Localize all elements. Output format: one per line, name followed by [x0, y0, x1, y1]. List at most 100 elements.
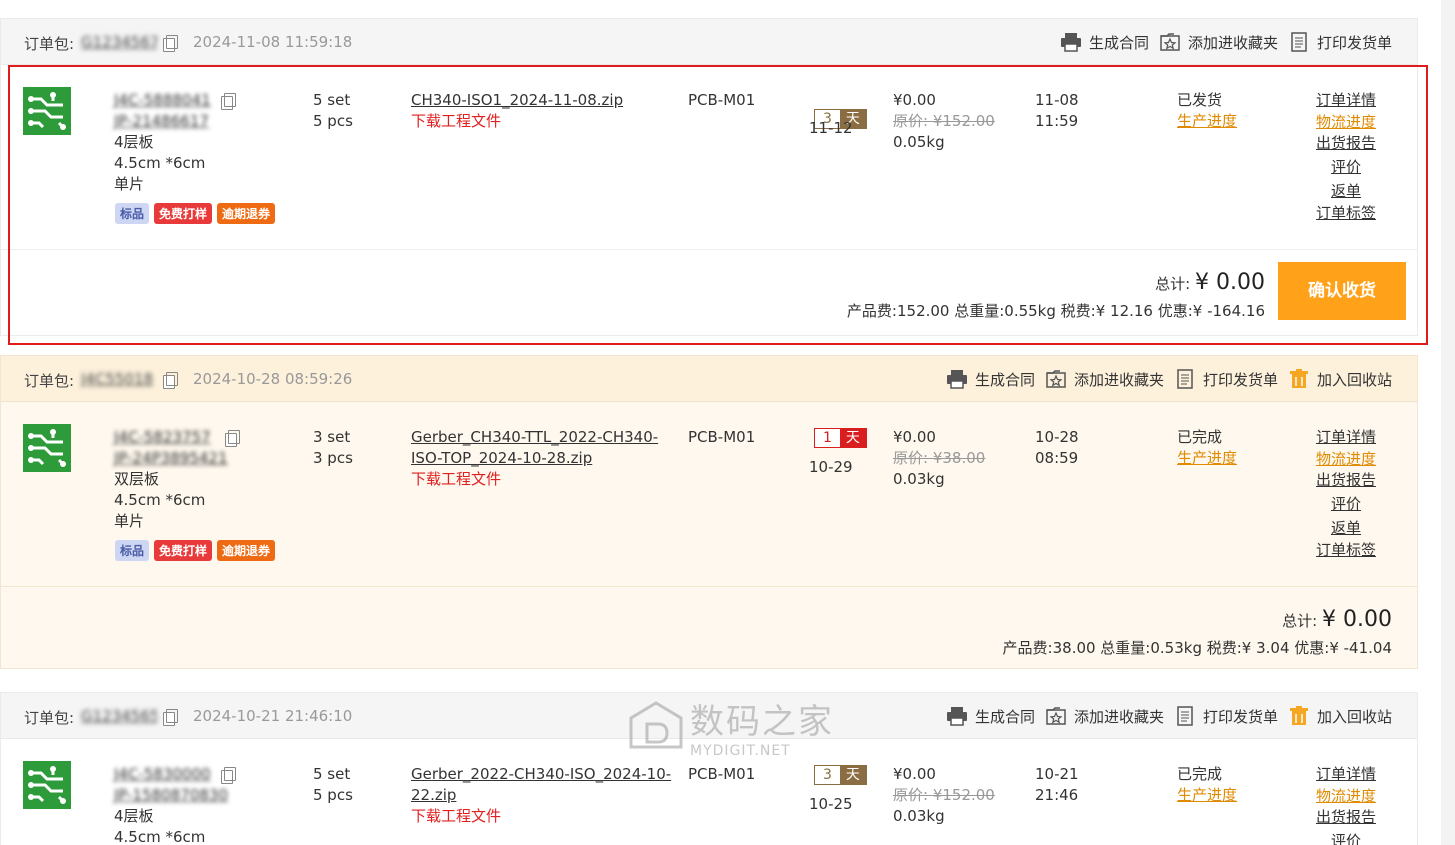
- download-project-link[interactable]: 下载工程文件: [411, 111, 681, 132]
- star-folder-icon: [1159, 31, 1181, 53]
- print-invoice-button[interactable]: 打印发货单: [1174, 368, 1278, 390]
- tag-free-sample: 免费打样: [154, 540, 213, 561]
- print-invoice-button[interactable]: 打印发货单: [1288, 31, 1392, 53]
- delivery-date: 11-12: [809, 119, 853, 137]
- copy-icon[interactable]: [163, 709, 178, 726]
- lead-days-unit: 天: [839, 429, 866, 447]
- logistics-link[interactable]: 物流进度: [1307, 449, 1385, 471]
- print-invoice-button[interactable]: 打印发货单: [1174, 705, 1278, 727]
- gerber-file-link[interactable]: Gerber_2022-CH340-ISO_2024-10-: [411, 764, 681, 785]
- total-label: 总计:: [1282, 612, 1318, 630]
- tag-standard: 标品: [115, 540, 150, 561]
- gerber-file-link[interactable]: CH340-ISO1_2024-11-08.zip: [411, 90, 681, 111]
- site-watermark: 数码之家 MYDIGIT.NET: [628, 694, 834, 759]
- tag-overdue-coupon: 逾期退券: [217, 203, 276, 224]
- package-datetime: 2024-10-21 21:46:10: [193, 707, 353, 725]
- quantity-pcs: 5 pcs: [313, 786, 353, 804]
- order-time: 11-08 11:59: [1035, 90, 1079, 132]
- gerber-file-link-cont[interactable]: 22.zip: [411, 785, 681, 806]
- price: ¥0.00: [893, 91, 936, 109]
- package-label: 订单包:: [24, 372, 75, 390]
- generate-contract-button[interactable]: 生成合同: [946, 368, 1035, 390]
- item-id-link[interactable]: J4C-5830000: [114, 765, 211, 783]
- copy-icon[interactable]: [163, 372, 178, 389]
- item-file: Gerber_CH340-TTL_2022-CH340- ISO-TOP_202…: [411, 427, 681, 490]
- download-project-link[interactable]: 下载工程文件: [411, 806, 681, 827]
- add-favorite-button[interactable]: 添加进收藏夹: [1159, 31, 1278, 53]
- order-detail-link[interactable]: 订单详情: [1307, 764, 1385, 786]
- reorder-link[interactable]: 返单: [1307, 181, 1385, 203]
- shipping-report-link[interactable]: 出货报告: [1307, 133, 1385, 155]
- recycle-bin-label: 加入回收站: [1316, 370, 1392, 389]
- order-detail-link[interactable]: 订单详情: [1307, 90, 1385, 112]
- logistics-link[interactable]: 物流进度: [1307, 786, 1385, 808]
- production-progress-link[interactable]: 生产进度: [1177, 448, 1237, 469]
- gerber-file-link-cont[interactable]: ISO-TOP_2024-10-28.zip: [411, 448, 681, 469]
- package-id-link[interactable]: G12345679: [81, 33, 157, 51]
- production-progress-link[interactable]: 生产进度: [1177, 111, 1237, 132]
- weight: 0.05kg: [893, 133, 945, 151]
- add-favorite-label: 添加进收藏夹: [1073, 707, 1164, 726]
- print-invoice-label: 打印发货单: [1202, 707, 1278, 726]
- order-clock: 08:59: [1035, 449, 1079, 467]
- confirm-receipt-button[interactable]: 确认收货: [1278, 262, 1406, 320]
- total-line: 总计: ¥ 0.00: [1155, 270, 1265, 295]
- print-invoice-label: 打印发货单: [1202, 370, 1278, 389]
- generate-contract-button[interactable]: 生成合同: [1060, 31, 1149, 53]
- order-time: 10-21 21:46: [1035, 764, 1079, 806]
- order-tag-link[interactable]: 订单标签: [1307, 203, 1385, 225]
- order-operations: 订单详情 物流进度 出货报告 评价: [1307, 764, 1385, 845]
- reorder-link[interactable]: 返单: [1307, 518, 1385, 540]
- order-header: 订单包: J4C55018 2024-10-28 08:59:26 生成合同 添…: [1, 356, 1417, 402]
- item-id-link[interactable]: J4C-5888041: [114, 91, 211, 109]
- gerber-file-link[interactable]: Gerber_CH340-TTL_2022-CH340-: [411, 427, 681, 448]
- order-detail-link[interactable]: 订单详情: [1307, 427, 1385, 449]
- shipping-report-link[interactable]: 出货报告: [1307, 807, 1385, 829]
- vertical-scrollbar[interactable]: [1441, 0, 1455, 845]
- recycle-bin-button[interactable]: 加入回收站: [1288, 705, 1392, 727]
- add-favorite-button[interactable]: 添加进收藏夹: [1045, 705, 1164, 727]
- package-id-link[interactable]: J4C55018: [81, 370, 157, 388]
- printer-icon: [1060, 31, 1082, 53]
- document-icon: [1174, 368, 1196, 390]
- item-id-link[interactable]: J4C-5823757: [114, 428, 211, 446]
- copy-icon[interactable]: [221, 93, 236, 110]
- delivery-date: 10-29: [809, 458, 853, 476]
- document-icon: [1288, 31, 1310, 53]
- download-project-link[interactable]: 下载工程文件: [411, 469, 681, 490]
- review-link[interactable]: 评价: [1307, 157, 1385, 179]
- total-line: 总计: ¥ 0.00: [1282, 607, 1392, 632]
- layer-count: 双层板: [114, 470, 160, 488]
- copy-icon[interactable]: [163, 35, 178, 52]
- add-favorite-button[interactable]: 添加进收藏夹: [1045, 368, 1164, 390]
- tag-free-sample: 免费打样: [154, 203, 213, 224]
- product-model: PCB-M01: [688, 428, 756, 446]
- logistics-link[interactable]: 物流进度: [1307, 112, 1385, 134]
- item-id-secondary: JP-21486617: [114, 112, 209, 130]
- review-link[interactable]: 评价: [1307, 494, 1385, 516]
- item-price: ¥0.00 原价: ¥38.00 0.03kg: [893, 427, 985, 490]
- order-tag-link[interactable]: 订单标签: [1307, 540, 1385, 562]
- item-id-secondary: JP-24P3895421: [114, 449, 228, 467]
- shipping-report-link[interactable]: 出货报告: [1307, 470, 1385, 492]
- item-quantity: 3 set 3 pcs: [313, 427, 353, 469]
- pcb-icon: [23, 761, 71, 809]
- lead-days: 1: [815, 429, 840, 447]
- pcb-icon: [23, 87, 71, 135]
- package-label: 订单包:: [24, 35, 75, 53]
- item-id-secondary: JP-1580870830: [114, 786, 228, 804]
- order-package-2: 订单包: J4C55018 2024-10-28 08:59:26 生成合同 添…: [0, 355, 1418, 669]
- copy-icon[interactable]: [221, 767, 236, 784]
- recycle-bin-button[interactable]: 加入回收站: [1288, 368, 1392, 390]
- production-progress-link[interactable]: 生产进度: [1177, 785, 1237, 806]
- weight: 0.03kg: [893, 807, 945, 825]
- total-value: ¥ 0.00: [1195, 270, 1265, 295]
- order-date: 11-08: [1035, 91, 1079, 109]
- package-id-link[interactable]: G1234565: [81, 707, 157, 725]
- item-quantity: 5 set 5 pcs: [313, 90, 353, 132]
- copy-icon[interactable]: [225, 430, 240, 447]
- order-clock: 11:59: [1035, 112, 1079, 130]
- generate-contract-button[interactable]: 生成合同: [946, 705, 1035, 727]
- printer-icon: [946, 705, 968, 727]
- review-link[interactable]: 评价: [1307, 831, 1385, 845]
